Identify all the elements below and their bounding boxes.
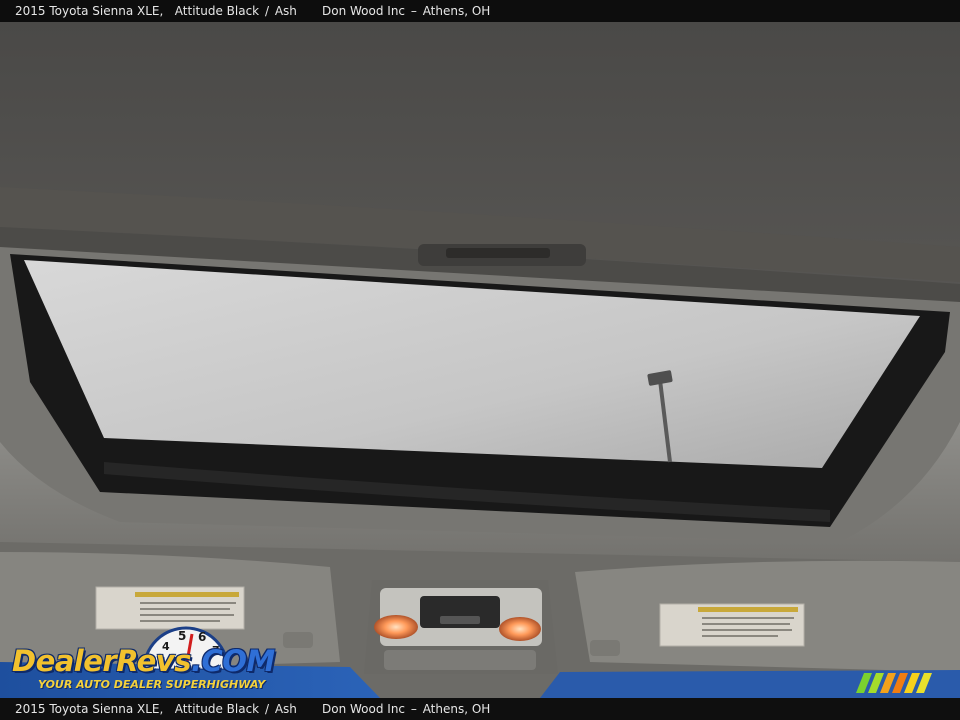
dealer-caption-bottom: Don Wood Inc – Athens, OH [322, 702, 491, 716]
logo-tagline: YOUR AUTO DEALER SUPERHIGHWAY [38, 678, 266, 691]
stripes-logo-icon [856, 673, 932, 693]
top-caption-bar: 2015 Toyota Sienna XLE, Attitude Black /… [0, 0, 960, 22]
svg-text:5: 5 [178, 629, 186, 643]
dealer-caption: Don Wood Inc – Athens, OH [322, 4, 491, 18]
vehicle-caption: 2015 Toyota Sienna XLE, Attitude Black /… [15, 4, 297, 18]
svg-text:6: 6 [198, 630, 206, 644]
sunroof-photo [0, 22, 960, 698]
dealerrevs-logo: 4 5 6 7 DealerRevs.COM YOUR AUTO DEALER … [12, 622, 275, 696]
vehicle-caption-bottom: 2015 Toyota Sienna XLE, Attitude Black /… [15, 702, 297, 716]
logo-wordmark: DealerRevs.COM [12, 644, 275, 678]
bottom-caption-bar: 2015 Toyota Sienna XLE, Attitude Black /… [0, 698, 960, 720]
